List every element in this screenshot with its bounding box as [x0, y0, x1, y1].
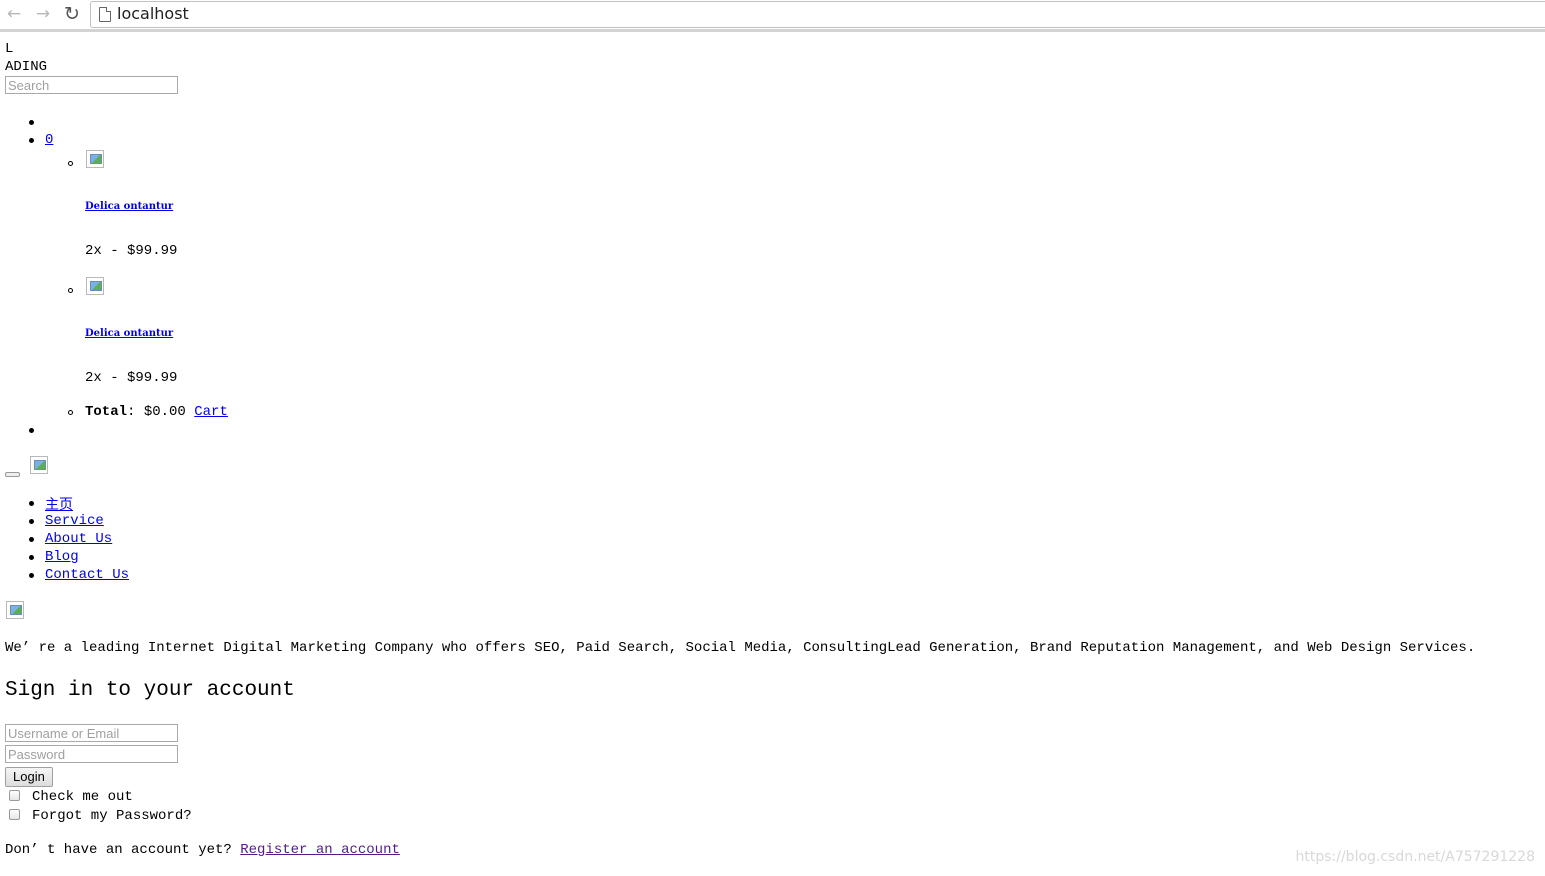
browser-toolbar: ← → ↻ localhost — [0, 0, 1545, 32]
signin-heading: Sign in to your account — [5, 679, 295, 702]
nav-item-home[interactable]: 主页 — [45, 494, 73, 514]
forgot-password-label: Forgot my Password? — [32, 808, 192, 824]
intro-text: We’ re a leading Internet Digital Market… — [5, 640, 1476, 656]
address-bar[interactable]: localhost — [90, 1, 1545, 28]
list-bullet — [29, 138, 34, 143]
forward-icon[interactable]: → — [33, 4, 53, 24]
banner-image — [6, 601, 24, 619]
cart-total-label: Total — [85, 404, 128, 420]
nav-item-contact[interactable]: Contact Us — [45, 567, 129, 583]
cart-link[interactable]: Cart — [194, 404, 228, 420]
url-text: localhost — [117, 4, 189, 23]
forgot-password-checkbox[interactable] — [9, 809, 20, 820]
back-icon[interactable]: ← — [4, 4, 24, 24]
search-input[interactable] — [5, 76, 178, 94]
cart-item-image — [86, 150, 104, 168]
check-me-out-label: Check me out — [32, 789, 133, 805]
cart-item-price: 2x - $99.99 — [85, 370, 178, 386]
list-bullet — [29, 501, 34, 506]
cart-item-name[interactable]: Delica ontantur — [85, 328, 173, 339]
check-me-out-checkbox[interactable] — [9, 790, 20, 801]
cart-total: Total: $0.00 Cart — [85, 404, 228, 420]
cart-total-value: $0.00 — [143, 404, 186, 420]
nav-item-service[interactable]: Service — [45, 513, 104, 529]
nav-item-about[interactable]: About Us — [45, 531, 112, 547]
preloader-line2: ADING — [5, 59, 48, 75]
username-input[interactable] — [5, 724, 178, 742]
cart-count-link[interactable]: 0 — [45, 132, 53, 148]
list-bullet — [29, 537, 34, 542]
cart-item-price: 2x - $99.99 — [85, 243, 178, 259]
logo-image — [30, 456, 48, 474]
list-bullet — [29, 120, 34, 125]
list-bullet — [29, 573, 34, 578]
login-button[interactable]: Login — [5, 767, 53, 787]
menu-toggle-button[interactable] — [5, 472, 20, 477]
cart-item-image — [86, 277, 104, 295]
watermark: https://blog.csdn.net/A757291228 — [1295, 849, 1536, 865]
reload-icon[interactable]: ↻ — [62, 4, 82, 24]
password-input[interactable] — [5, 745, 178, 763]
list-bullet — [29, 555, 34, 560]
no-account-text: Don’ t have an account yet? — [5, 842, 232, 858]
list-bullet — [29, 428, 34, 433]
list-circle — [68, 288, 73, 293]
page-icon — [99, 7, 111, 22]
list-circle — [68, 161, 73, 166]
list-bullet — [29, 519, 34, 524]
cart-item-name[interactable]: Delica ontantur — [85, 201, 173, 212]
nav-item-blog[interactable]: Blog — [45, 549, 79, 565]
register-prompt: Don’ t have an account yet? Register an … — [5, 842, 400, 858]
register-link[interactable]: Register an account — [240, 842, 400, 858]
list-circle — [68, 410, 73, 415]
preloader-line1: L — [5, 41, 14, 57]
